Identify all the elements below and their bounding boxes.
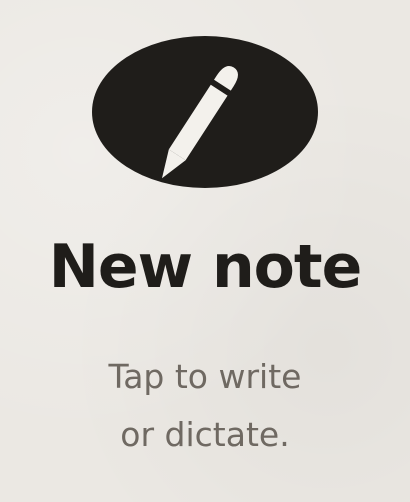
new-note-card[interactable]: New note Tap to write or dictate.	[0, 0, 410, 502]
new-note-hint: Tap to write or dictate.	[0, 348, 410, 464]
pencil-icon	[161, 66, 238, 179]
new-note-icon-badge[interactable]	[92, 36, 318, 188]
new-note-hint-line-1: Tap to write	[108, 357, 302, 396]
new-note-title: New note	[48, 232, 363, 302]
new-note-hint-line-2: or dictate.	[120, 415, 290, 454]
